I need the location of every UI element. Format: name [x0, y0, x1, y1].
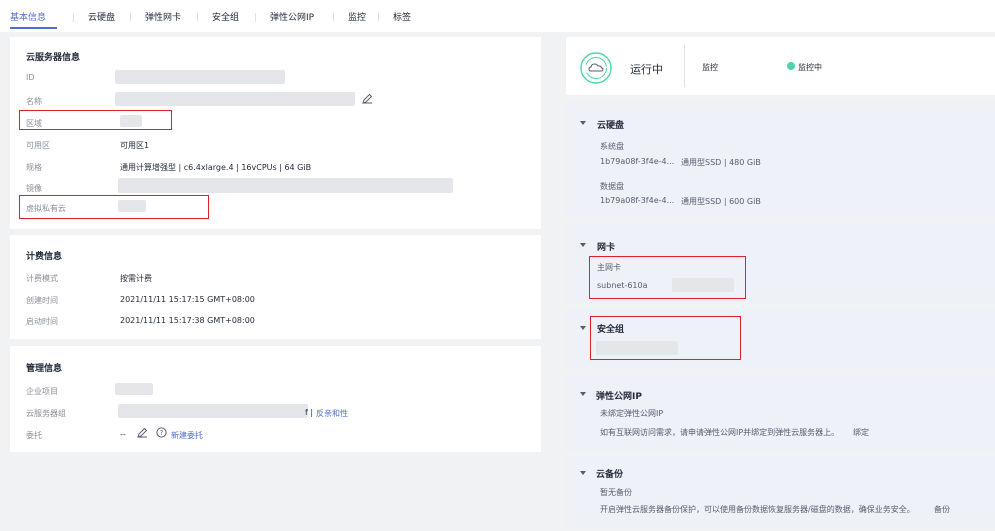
collapse-triangle-icon[interactable] [580, 121, 586, 125]
field-value: 2021/11/11 15:17:15 GMT+08:00 [120, 295, 255, 304]
field-label: 名称 [26, 97, 42, 106]
field-value: -- [120, 430, 126, 439]
section-title: 管理信息 [26, 364, 63, 374]
backup-section: 云备份 暂无备份 开启弹性云服务器备份保护，可以使用备份数据恢复服务器/磁盘的数… [566, 456, 995, 527]
svg-text:?: ? [160, 429, 164, 437]
tab-tags[interactable]: 标签 [393, 10, 411, 23]
tab-divider [378, 13, 379, 22]
redacted-value [115, 92, 355, 106]
field-value: 通用计算增强型 | c6.4xlarge.4 | 16vCPUs | 64 Gi… [120, 163, 312, 172]
highlight-box-security-group [590, 316, 741, 360]
collapse-triangle-icon[interactable] [580, 471, 586, 475]
redacted-value [118, 178, 453, 193]
tab-security-group[interactable]: 安全组 [212, 10, 239, 23]
data-disk-link[interactable]: 1b79a08f-3f4e-4... [600, 196, 674, 205]
help-icon[interactable]: ? [156, 427, 167, 438]
field-label: 委托 [26, 431, 42, 440]
disk-section: 云硬盘 系统盘 1b79a08f-3f4e-4... 通用型SSD | 480 … [566, 102, 995, 217]
highlight-box-vpc [19, 195, 209, 219]
field-value: f | [305, 408, 314, 417]
system-disk-label: 系统盘 [600, 142, 624, 151]
field-label: ID [26, 73, 35, 82]
cloud-server-icon [580, 52, 612, 84]
data-disk-label: 数据盘 [600, 182, 624, 191]
field-label: 启动时间 [26, 317, 58, 326]
tab-monitor[interactable]: 监控 [348, 10, 366, 23]
edit-icon[interactable] [362, 93, 373, 104]
tab-divider [197, 13, 198, 22]
section-title: 计费信息 [26, 252, 63, 262]
tab-nic[interactable]: 弹性网卡 [145, 10, 181, 23]
collapse-triangle-icon[interactable] [580, 243, 586, 247]
section-title: 云服务器信息 [26, 53, 81, 63]
section-title: 网卡 [597, 243, 616, 253]
field-label: 规格 [26, 163, 42, 172]
management-info-panel: 管理信息 [10, 346, 541, 452]
status-divider [684, 45, 685, 87]
edit-icon[interactable] [137, 427, 148, 438]
field-value: 2021/11/11 15:17:38 GMT+08:00 [120, 316, 255, 325]
system-disk-spec: 通用型SSD | 480 GiB [681, 158, 761, 167]
highlight-box-nic [589, 256, 746, 299]
backup-link[interactable]: 备份 [934, 504, 950, 515]
tab-evs[interactable]: 云硬盘 [88, 10, 115, 23]
no-backup-text: 暂无备份 [600, 488, 632, 497]
monitor-label: 监控 [702, 63, 718, 72]
collapse-triangle-icon[interactable] [580, 326, 586, 330]
redacted-value [115, 383, 153, 395]
eip-unbound-text: 未绑定弹性公网IP [600, 409, 664, 418]
tab-bar: 基本信息 云硬盘 弹性网卡 安全组 弹性公网IP 监控 标签 [0, 0, 995, 32]
tab-divider [333, 13, 334, 22]
field-value: 可用区1 [120, 141, 150, 150]
tab-divider [130, 13, 131, 22]
tab-divider [255, 13, 256, 22]
running-status: 运行中 [630, 63, 663, 76]
section-title: 云硬盘 [597, 121, 625, 131]
create-delegation-link[interactable]: 新建委托 [171, 430, 203, 441]
field-label: 云服务器组 [26, 409, 66, 418]
backup-hint-text: 开启弹性云服务器备份保护，可以使用备份数据恢复服务器/磁盘的数据，确保业务安全。 [600, 505, 915, 514]
anti-affinity-link[interactable]: 反亲和性 [316, 408, 348, 419]
redacted-value [115, 70, 285, 84]
tab-basic-info[interactable]: 基本信息 [10, 10, 46, 23]
field-value: 按需计费 [120, 274, 152, 283]
field-label: 可用区 [26, 141, 50, 150]
field-label: 创建时间 [26, 296, 58, 305]
tab-active-indicator [10, 27, 57, 29]
tab-divider [73, 13, 74, 22]
field-label: 镜像 [26, 184, 42, 193]
section-title: 云备份 [596, 470, 624, 480]
section-title: 弹性公网IP [596, 392, 642, 402]
eip-section: 弹性公网IP 未绑定弹性公网IP 如有互联网访问需求，请申请弹性公网IP并绑定到… [566, 375, 995, 451]
data-disk-spec: 通用型SSD | 600 GiB [681, 197, 761, 206]
collapse-triangle-icon[interactable] [580, 392, 586, 396]
eip-hint-text: 如有互联网访问需求，请申请弹性公网IP并绑定到弹性云服务器上。 [600, 428, 840, 437]
system-disk-link[interactable]: 1b79a08f-3f4e-4... [600, 157, 674, 166]
redacted-value [118, 404, 308, 418]
monitoring-status-icon [787, 62, 795, 70]
bind-eip-link[interactable]: 绑定 [853, 427, 869, 438]
highlight-box-region [19, 110, 172, 130]
monitoring-status: 监控中 [798, 63, 822, 72]
billing-info-panel: 计费信息 [10, 235, 541, 339]
tab-eip[interactable]: 弹性公网IP [270, 10, 314, 23]
field-label: 企业项目 [26, 387, 58, 396]
field-label: 计费模式 [26, 274, 58, 283]
